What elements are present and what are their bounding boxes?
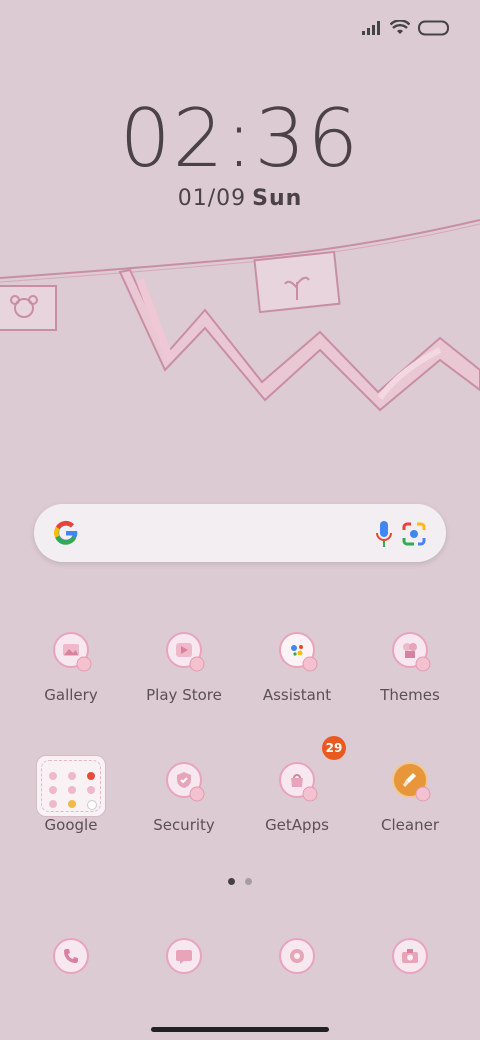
status-bar xyxy=(362,14,450,42)
messages-icon[interactable] xyxy=(166,938,202,974)
app-label: Themes xyxy=(380,686,440,704)
date: 01/09 Sun xyxy=(0,186,480,211)
app-play-store[interactable]: Play Store xyxy=(129,620,239,730)
flower-icon xyxy=(415,656,431,672)
page-indicator[interactable] xyxy=(0,878,480,885)
page-dot-active[interactable] xyxy=(228,878,235,885)
flower-icon xyxy=(189,786,205,802)
flower-icon xyxy=(76,656,92,672)
google-folder-icon xyxy=(36,755,106,817)
date-value: 01/09 xyxy=(177,186,247,211)
app-gallery[interactable]: Gallery xyxy=(16,620,126,730)
app-themes[interactable]: Themes xyxy=(355,620,465,730)
folder-google[interactable]: Google xyxy=(16,750,126,860)
wifi-icon xyxy=(390,20,410,34)
google-logo-icon xyxy=(54,520,78,545)
app-label: Google xyxy=(44,816,98,834)
lens-icon[interactable] xyxy=(400,520,428,548)
phone-icon[interactable] xyxy=(53,938,89,974)
app-label: Assistant xyxy=(262,686,332,704)
app-getapps[interactable]: 29 GetApps xyxy=(242,736,352,860)
app-cleaner[interactable]: Cleaner xyxy=(355,750,465,860)
app-assistant[interactable]: Assistant xyxy=(242,620,352,730)
mic-icon[interactable] xyxy=(376,520,392,548)
flower-icon xyxy=(302,786,318,802)
flower-icon xyxy=(302,656,318,672)
home-indicator[interactable] xyxy=(151,1027,329,1032)
app-label: Cleaner xyxy=(381,816,439,834)
wallpaper-garland xyxy=(0,219,480,412)
day-of-week: Sun xyxy=(252,186,303,211)
signal-icon xyxy=(362,21,380,35)
app-label: Gallery xyxy=(44,686,98,704)
app-label: Play Store xyxy=(146,686,222,704)
app-label: Security xyxy=(153,816,215,834)
flower-icon xyxy=(189,656,205,672)
page-dot[interactable] xyxy=(245,878,252,885)
notification-badge: 29 xyxy=(322,736,346,760)
camera-icon[interactable] xyxy=(392,938,428,974)
clock: 02:36 xyxy=(119,92,361,185)
google-search-bar[interactable] xyxy=(34,504,446,562)
battery-icon xyxy=(418,20,449,36)
flower-icon xyxy=(415,786,431,802)
app-security[interactable]: Security xyxy=(129,750,239,860)
browser-icon[interactable] xyxy=(279,938,315,974)
app-label: GetApps xyxy=(265,816,329,834)
